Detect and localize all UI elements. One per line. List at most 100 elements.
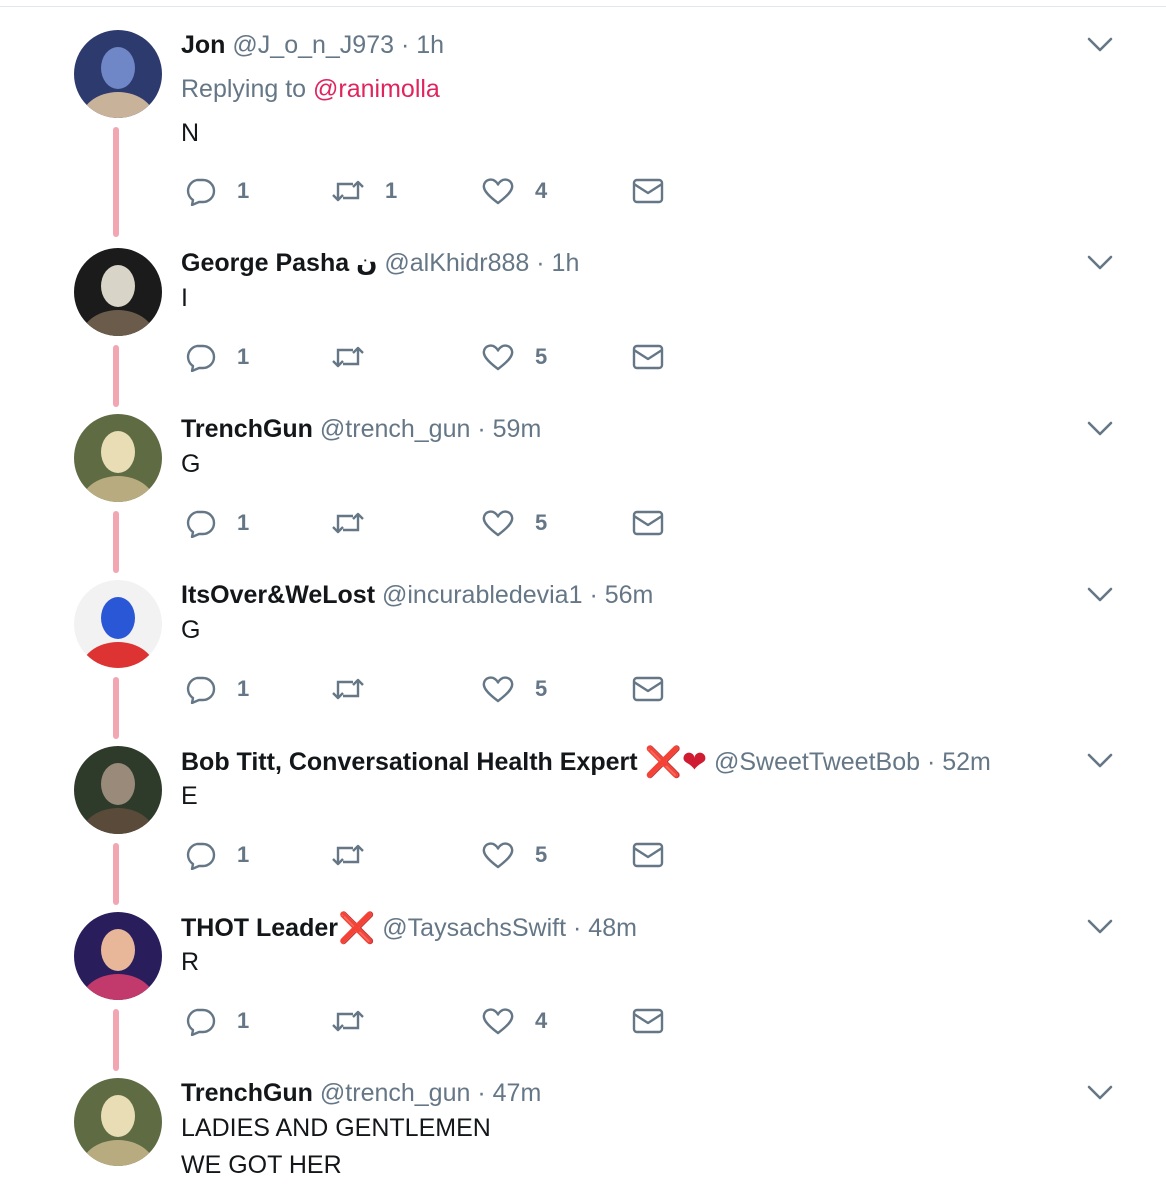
user-handle[interactable]: @alKhidr888 — [384, 249, 529, 277]
display-name[interactable]: Jon — [181, 31, 225, 59]
tweet[interactable]: ItsOver&WeLost @incurabledevia1 · 56m G … — [0, 580, 1166, 746]
retweet-icon — [332, 1010, 364, 1032]
dm-icon — [632, 676, 664, 702]
reply-icon — [186, 178, 216, 206]
tweet-text-line: LADIES AND GENTLEMEN — [181, 1114, 491, 1142]
display-name[interactable]: Bob Titt, Conversational Health Expert — [181, 748, 638, 776]
red-heart-emoji: ❤ — [681, 746, 708, 779]
replie-count: 1 — [237, 676, 250, 701]
user-handle[interactable]: @TaysachsSwift — [382, 914, 566, 942]
chevron-down-icon[interactable] — [1086, 1080, 1114, 1104]
tweet[interactable]: TrenchGun @trench_gun · 47m LADIES AND G… — [0, 1078, 1166, 1200]
user-handle[interactable]: @SweetTweetBob — [714, 748, 920, 776]
avatar[interactable] — [74, 580, 162, 668]
tweet-header: THOT Leader❌ @TaysachsSwift · 48m — [181, 912, 637, 944]
thread-line — [113, 843, 119, 905]
chevron-down-icon[interactable] — [1086, 32, 1114, 56]
user-handle[interactable]: @trench_gun — [320, 415, 470, 443]
tweet-text-line: WE GOT HER — [181, 1151, 342, 1179]
replying-prefix: Replying to — [181, 75, 307, 103]
user-handle[interactable]: @incurabledevia1 — [382, 581, 583, 609]
tweet-text: LADIES AND GENTLEMEN WE GOT HER — [181, 1110, 491, 1184]
replie-count: 1 — [237, 842, 250, 867]
tweet-text-line: R — [181, 948, 200, 976]
reply-icon — [186, 1008, 216, 1036]
avatar[interactable] — [74, 912, 162, 1000]
user-handle[interactable]: @J_o_n_J973 — [232, 31, 394, 59]
dm-icon — [632, 1008, 664, 1034]
timestamp[interactable]: 59m — [493, 415, 542, 443]
tweet-text-line: I — [181, 284, 188, 312]
timestamp[interactable]: 52m — [942, 748, 991, 776]
thread-line — [113, 677, 119, 739]
timestamp[interactable]: 1h — [552, 249, 580, 277]
replie-count: 1 — [237, 510, 250, 535]
avatar[interactable] — [74, 414, 162, 502]
tweet-header: TrenchGun @trench_gun · 47m — [181, 1078, 541, 1108]
retweet-icon — [332, 678, 364, 700]
display-name[interactable]: THOT Leader — [181, 914, 338, 942]
chevron-down-icon[interactable] — [1086, 748, 1114, 772]
display-name[interactable]: George Pasha — [181, 249, 349, 277]
avatar[interactable] — [74, 1078, 162, 1166]
dm-icon — [632, 178, 664, 204]
avatar[interactable] — [74, 746, 162, 834]
dm-icon — [632, 344, 664, 370]
reply-icon — [186, 842, 216, 870]
action-bar: 15 — [181, 506, 681, 542]
retweet-count: 1 — [385, 178, 398, 203]
chevron-down-icon[interactable] — [1086, 416, 1114, 440]
tweet-text-line: G — [181, 616, 201, 644]
timestamp[interactable]: 1h — [416, 31, 444, 59]
like-icon — [482, 842, 514, 869]
tweet[interactable]: THOT Leader❌ @TaysachsSwift · 48m R 14 — [0, 912, 1166, 1078]
tweet[interactable]: Jon @J_o_n_J973 · 1h Replying to @ranimo… — [0, 30, 1166, 248]
cross-mark-emoji: ❌ — [644, 746, 682, 779]
name-glyph: ن — [356, 249, 378, 277]
separator: · — [589, 581, 598, 609]
like-count: 5 — [535, 842, 548, 867]
tweet[interactable]: Bob Titt, Conversational Health Expert ❌… — [0, 746, 1166, 912]
reply-icon — [186, 344, 216, 372]
timestamp[interactable]: 56m — [605, 581, 654, 609]
like-count: 5 — [535, 510, 548, 535]
like-count: 5 — [535, 344, 548, 369]
tweet-text: N — [181, 115, 199, 152]
like-icon — [482, 1008, 514, 1035]
tweet-text: G — [181, 612, 200, 649]
replie-count: 1 — [237, 178, 250, 203]
timestamp[interactable]: 47m — [493, 1079, 542, 1107]
tweet[interactable]: TrenchGun @trench_gun · 59m G 15 — [0, 414, 1166, 580]
action-bar: 14 — [181, 1004, 681, 1040]
separator: · — [926, 748, 936, 776]
display-name[interactable]: TrenchGun — [181, 1079, 313, 1107]
user-handle[interactable]: @trench_gun — [320, 1079, 470, 1107]
tweet-header: ItsOver&WeLost @incurabledevia1 · 56m — [181, 580, 653, 610]
thread-line — [113, 127, 119, 237]
tweet-text: E — [181, 778, 198, 815]
mention-link[interactable]: @ranimolla — [313, 75, 440, 103]
separator: · — [536, 249, 545, 277]
tweet-text: R — [181, 944, 199, 981]
tweet[interactable]: George Pasha ن @alKhidr888 · 1h I 15 — [0, 248, 1166, 414]
retweet-icon — [332, 346, 364, 368]
chevron-down-icon[interactable] — [1086, 582, 1114, 606]
like-icon — [482, 676, 514, 703]
reply-icon — [186, 510, 216, 538]
dm-icon — [632, 842, 664, 868]
tweet-header: Bob Titt, Conversational Health Expert ❌… — [181, 746, 991, 779]
action-bar: 1 1 4 — [181, 174, 681, 210]
like-count: 4 — [535, 1008, 548, 1033]
timestamp[interactable]: 48m — [588, 914, 637, 942]
chevron-down-icon[interactable] — [1086, 914, 1114, 938]
like-icon — [482, 178, 514, 205]
display-name[interactable]: ItsOver&WeLost — [181, 581, 375, 609]
chevron-down-icon[interactable] — [1086, 250, 1114, 274]
avatar[interactable] — [74, 30, 162, 118]
avatar[interactable] — [74, 248, 162, 336]
separator: · — [400, 31, 410, 59]
retweet-icon — [332, 844, 364, 866]
like-icon — [482, 344, 514, 371]
display-name[interactable]: TrenchGun — [181, 415, 313, 443]
tweet-text-line: N — [181, 119, 200, 147]
